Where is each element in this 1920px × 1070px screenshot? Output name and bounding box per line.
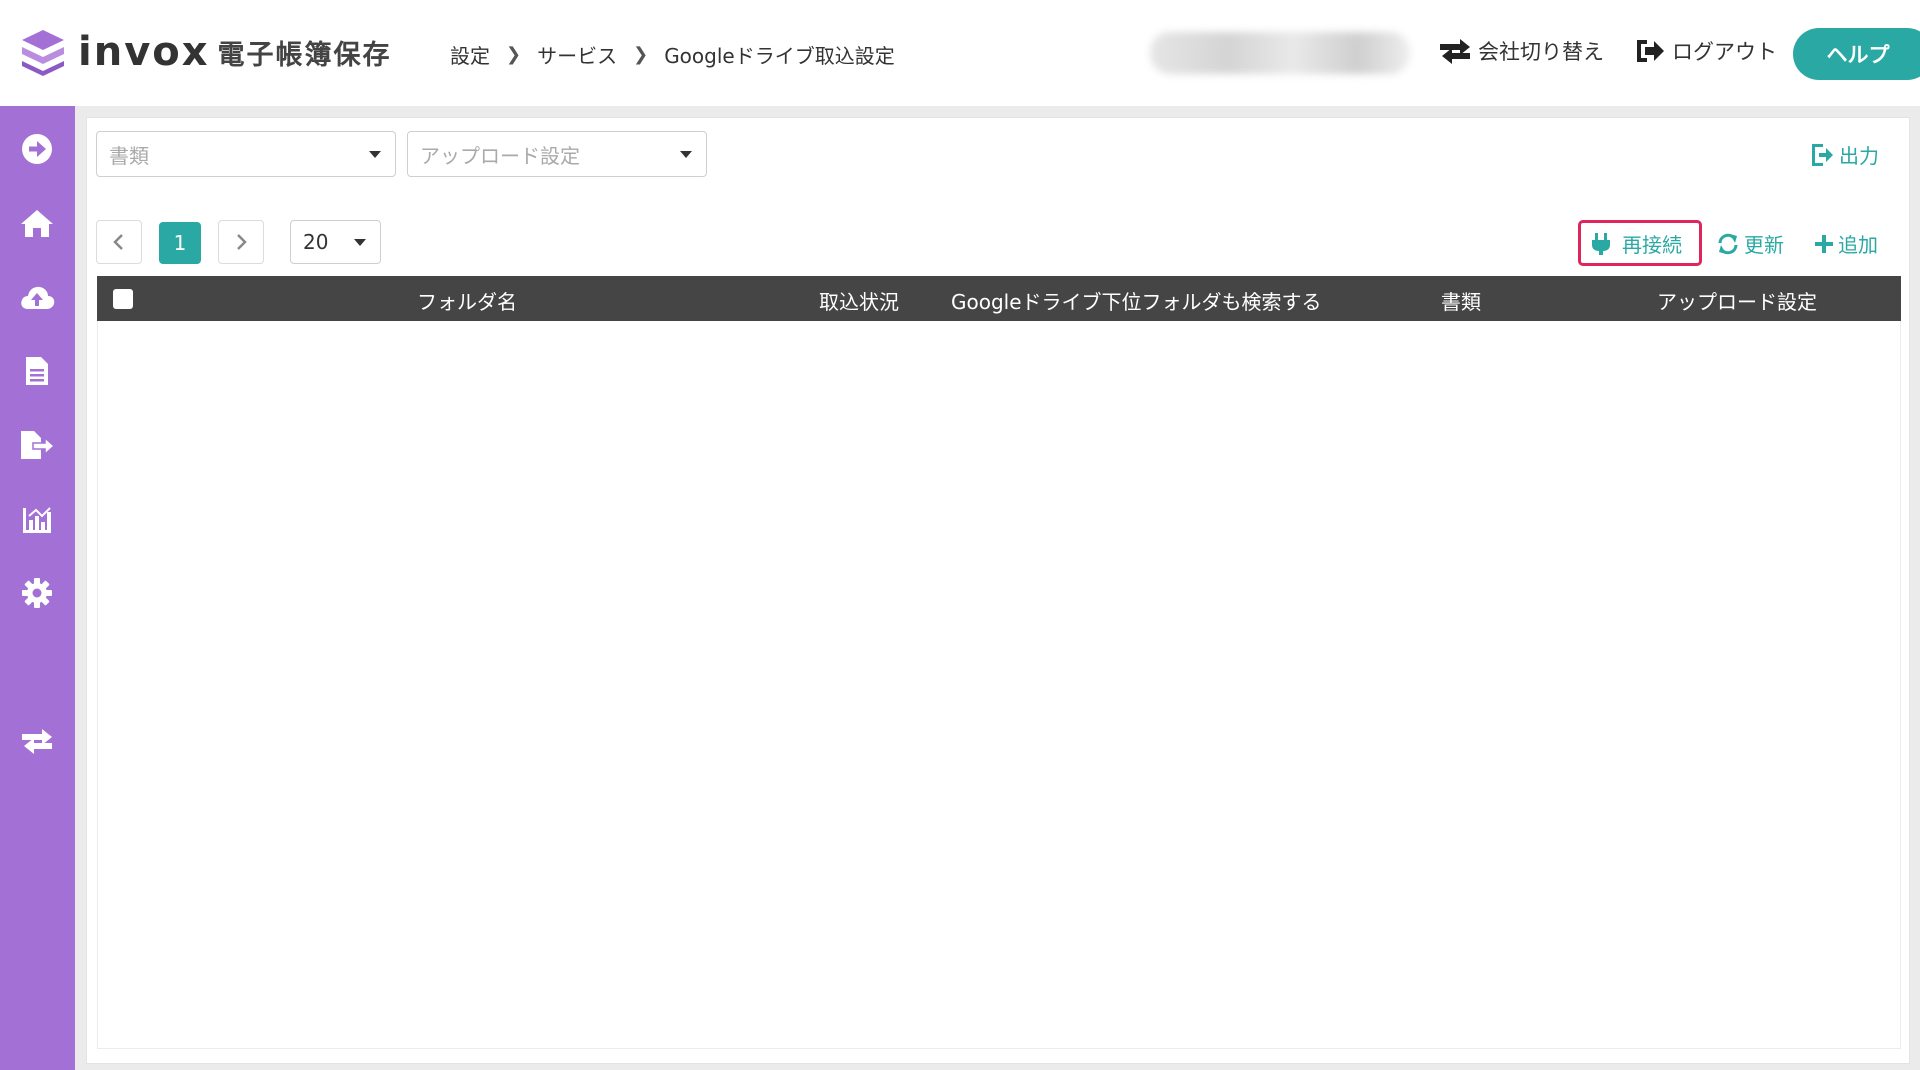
export-button[interactable]: 出力 — [1810, 140, 1879, 169]
sidebar-item-settings[interactable] — [18, 574, 56, 612]
breadcrumb-separator-icon: ❯ — [633, 44, 649, 65]
cloud-upload-icon — [21, 286, 55, 309]
logout-label: ログアウト — [1672, 40, 1777, 64]
sidebar-item-documents[interactable] — [18, 352, 56, 390]
column-header-import-status[interactable]: 取込状況 — [819, 286, 899, 315]
chevron-left-icon — [113, 234, 123, 250]
file-export-icon — [21, 431, 55, 459]
sidebar-item-reports[interactable] — [18, 500, 56, 538]
document-icon — [26, 357, 48, 385]
sidebar-item-export[interactable] — [18, 426, 56, 464]
plug-icon — [1592, 232, 1610, 255]
sidebar — [0, 106, 75, 1070]
help-button[interactable]: ヘルプ — [1793, 28, 1920, 80]
prev-page-button[interactable] — [96, 220, 142, 264]
logo-subtitle: 電子帳簿保存 — [217, 39, 392, 71]
breadcrumb-settings[interactable]: 設定 — [450, 40, 490, 69]
chevron-right-icon — [237, 234, 247, 250]
switch-company-label: 会社切り替え — [1478, 40, 1604, 64]
breadcrumb-services[interactable]: サービス — [537, 40, 617, 69]
breadcrumb-separator-icon: ❯ — [506, 44, 522, 65]
arrow-circle-right-icon — [22, 134, 52, 164]
chevron-down-icon — [369, 151, 381, 158]
sidebar-item-navigate[interactable] — [18, 130, 56, 168]
next-page-button[interactable] — [218, 220, 264, 264]
sidebar-item-upload[interactable] — [18, 278, 56, 316]
logo[interactable]: invox 電子帳簿保存 — [20, 28, 392, 76]
sidebar-item-home[interactable] — [18, 204, 56, 242]
breadcrumb: 設定 ❯ サービス ❯ Googleドライブ取込設定 — [450, 40, 895, 69]
breadcrumb-current: Googleドライブ取込設定 — [664, 44, 895, 68]
chevron-down-icon — [354, 239, 366, 246]
column-header-document[interactable]: 書類 — [1441, 286, 1481, 315]
column-header-search-subfolders[interactable]: Googleドライブ下位フォルダも検索する — [951, 286, 1322, 315]
upload-setting-filter-select[interactable]: アップロード設定 — [407, 131, 707, 177]
chart-icon — [23, 507, 51, 533]
export-label: 出力 — [1839, 144, 1879, 168]
sidebar-item-switch-company[interactable] — [18, 722, 56, 760]
reconnect-button[interactable]: 再接続 — [1590, 229, 1682, 258]
home-icon — [21, 210, 53, 237]
refresh-label: 更新 — [1744, 233, 1784, 257]
document-filter-select[interactable]: 書類 — [96, 131, 396, 177]
plus-icon — [1815, 234, 1833, 253]
refresh-button[interactable]: 更新 — [1716, 229, 1784, 258]
table-body — [97, 321, 1901, 1049]
add-label: 追加 — [1838, 233, 1878, 257]
reconnect-label: 再接続 — [1622, 233, 1682, 257]
switch-icon — [22, 729, 52, 754]
logo-mark-icon — [22, 30, 64, 76]
chevron-down-icon — [680, 151, 692, 158]
column-header-upload-setting[interactable]: アップロード設定 — [1657, 286, 1817, 315]
document-filter-placeholder: 書類 — [109, 143, 149, 168]
logout-icon — [1637, 40, 1664, 62]
logo-text: invox — [78, 29, 210, 75]
page-number-current[interactable]: 1 — [159, 222, 201, 264]
upload-setting-filter-placeholder: アップロード設定 — [420, 143, 580, 168]
refresh-icon — [1718, 233, 1738, 254]
export-icon — [1812, 143, 1833, 166]
logout-button[interactable]: ログアウト — [1634, 36, 1777, 66]
select-all-checkbox[interactable] — [113, 289, 133, 309]
gear-icon — [22, 578, 52, 608]
user-info-blurred — [1150, 32, 1410, 74]
column-header-folder-name[interactable]: フォルダ名 — [417, 286, 517, 315]
switch-icon — [1440, 39, 1470, 64]
add-button[interactable]: 追加 — [1814, 229, 1878, 258]
table-header: フォルダ名 取込状況 Googleドライブ下位フォルダも検索する 書類 アップロ… — [97, 276, 1901, 321]
switch-company-button[interactable]: 会社切り替え — [1438, 36, 1604, 66]
top-header: invox 電子帳簿保存 設定 ❯ サービス ❯ Googleドライブ取込設定 … — [0, 0, 1920, 106]
per-page-value: 20 — [303, 230, 329, 254]
per-page-select[interactable]: 20 — [290, 220, 381, 264]
